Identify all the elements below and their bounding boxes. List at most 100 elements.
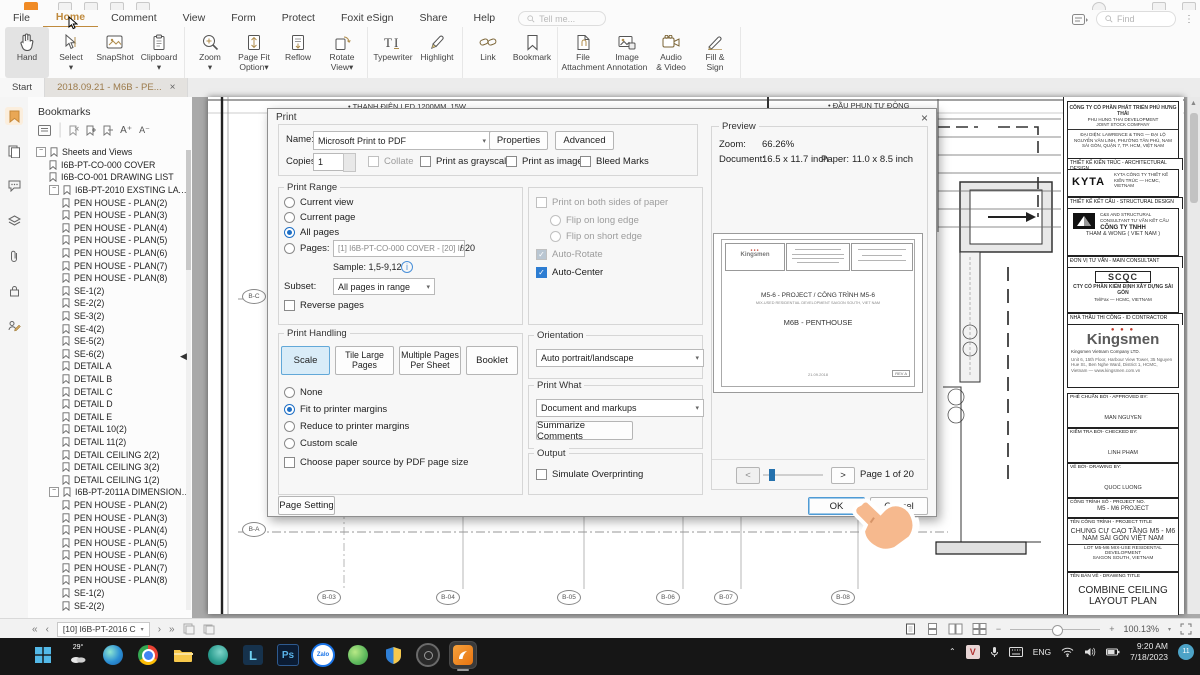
orientation-select[interactable]: Auto portrait/landscape▾ — [536, 349, 704, 367]
tell-me-search[interactable]: Tell me... — [518, 11, 606, 26]
bookmark-item[interactable]: −I6B-PT-2010 EXSTING LAYOUT P — [28, 184, 192, 197]
fit-margins-radio[interactable]: Fit to printer margins — [284, 404, 387, 415]
tile-large-pages-button[interactable]: Tile Large Pages — [335, 346, 394, 375]
advanced-button[interactable]: Advanced — [555, 131, 614, 150]
current-page-field[interactable]: [10] I6B-PT-2016 C▾ — [57, 622, 150, 637]
ribbon-tool-select[interactable]: Select ▾ — [49, 27, 93, 78]
menu-foxit-esign[interactable]: Foxit eSign — [328, 10, 407, 27]
read-mode-icon[interactable] — [1072, 14, 1088, 25]
zoom-in-icon[interactable]: + — [1109, 624, 1114, 634]
continuous-view-icon[interactable] — [926, 623, 939, 635]
bookmark-item[interactable]: −Sheets and Views — [28, 146, 192, 159]
volume-icon[interactable] — [1084, 647, 1096, 657]
chrome-icon[interactable] — [135, 642, 161, 668]
tab-start[interactable]: Start — [0, 78, 45, 97]
next-view-icon[interactable] — [203, 623, 215, 635]
booklet-button[interactable]: Booklet — [466, 346, 518, 375]
battery-icon[interactable] — [1106, 647, 1120, 657]
notification-badge[interactable]: 11 — [1178, 644, 1194, 660]
facing-view-icon[interactable] — [948, 623, 963, 635]
signature-panel-icon[interactable] — [5, 317, 23, 335]
document-scrollbar[interactable]: ▲ — [1187, 97, 1200, 614]
ribbon-tool-clipboard[interactable]: Clipboard ▾ — [137, 27, 181, 78]
increase-text-size-icon[interactable]: A⁺ — [120, 125, 132, 136]
scale-button[interactable]: Scale — [281, 346, 330, 375]
bookmark-item[interactable]: PEN HOUSE - PLAN(3) — [28, 511, 192, 524]
comments-panel-icon[interactable] — [5, 177, 23, 195]
single-page-view-icon[interactable] — [904, 623, 917, 635]
bookmark-item[interactable]: PEN HOUSE - PLAN(2) — [28, 499, 192, 512]
print-what-select[interactable]: Document and markups▾ — [536, 399, 704, 417]
ribbon-tool-bookmark[interactable]: Bookmark — [510, 27, 554, 78]
bookmark-item[interactable]: DETAIL 10(2) — [28, 423, 192, 436]
tray-chevron-icon[interactable]: ⌃ — [949, 647, 956, 656]
ribbon-tool-rotate-view[interactable]: Rotate View▾ — [320, 27, 364, 78]
scroll-up-icon[interactable]: ▲ — [1190, 100, 1198, 108]
collapse-node-icon[interactable]: − — [49, 487, 59, 497]
tab-document[interactable]: 2018.09.21 - M6B - PE... × — [45, 78, 188, 97]
start-icon[interactable] — [30, 642, 56, 668]
defender-icon[interactable] — [380, 642, 406, 668]
find-input[interactable]: Find — [1096, 11, 1176, 27]
more-options-icon[interactable]: ⋮ — [1184, 14, 1194, 25]
add-bookmark-icon[interactable] — [86, 125, 96, 136]
bookmark-item[interactable]: PEN HOUSE - PLAN(8) — [28, 272, 192, 285]
collapse-node-icon[interactable]: − — [36, 147, 46, 157]
set-destination-icon[interactable] — [103, 125, 113, 136]
bookmark-item[interactable]: PEN HOUSE - PLAN(5) — [28, 536, 192, 549]
pages-radio[interactable]: Pages: — [284, 243, 330, 254]
bookmark-item[interactable]: SE-1(2) — [28, 587, 192, 600]
all-pages-radio[interactable]: All pages — [284, 227, 339, 238]
zoom-slider[interactable] — [1010, 629, 1100, 630]
menu-protect[interactable]: Protect — [269, 10, 328, 27]
bookmark-item[interactable]: SE-4(2) — [28, 322, 192, 335]
bookmark-item[interactable]: PEN HOUSE - PLAN(4) — [28, 222, 192, 235]
bookmark-item[interactable]: DETAIL E — [28, 410, 192, 423]
bookmark-item[interactable]: DETAIL C — [28, 385, 192, 398]
preview-page-slider[interactable] — [763, 474, 823, 476]
first-page-icon[interactable]: « — [32, 624, 38, 635]
collapse-panel-icon[interactable]: ◀ — [180, 349, 188, 363]
simulate-overprinting-checkbox[interactable]: Simulate Overprinting — [536, 469, 643, 480]
bookmark-options-icon[interactable] — [38, 125, 51, 136]
collapse-node-icon[interactable]: − — [49, 185, 59, 195]
menu-share[interactable]: Share — [407, 10, 461, 27]
bookmark-item[interactable]: PEN HOUSE - PLAN(6) — [28, 549, 192, 562]
pages-panel-icon[interactable] — [5, 142, 23, 160]
green-app-icon[interactable] — [345, 642, 371, 668]
attachments-panel-icon[interactable] — [5, 247, 23, 265]
delete-bookmark-icon[interactable] — [69, 125, 79, 136]
ribbon-tool-image-annotation[interactable]: Image Annotation — [605, 27, 649, 78]
preview-next-button[interactable]: > — [831, 467, 855, 484]
bookmark-item[interactable]: SE-2(2) — [28, 297, 192, 310]
bleed-marks-checkbox[interactable]: Bleed Marks — [580, 156, 649, 167]
grayscale-checkbox[interactable]: Print as grayscale — [420, 156, 512, 167]
fullscreen-icon[interactable] — [1180, 623, 1192, 635]
photoshop-icon[interactable]: Ps — [275, 642, 301, 668]
maps-app-icon[interactable] — [205, 642, 231, 668]
ribbon-tool-hand[interactable]: Hand — [5, 27, 49, 78]
preview-prev-button[interactable]: < — [736, 467, 760, 484]
prev-page-icon[interactable]: ‹ — [46, 624, 49, 635]
decrease-text-size-icon[interactable]: A⁻ — [139, 125, 150, 136]
bookmark-item[interactable]: PEN HOUSE - PLAN(3) — [28, 209, 192, 222]
ribbon-tool-typewriter[interactable]: TITypewriter — [371, 27, 415, 78]
bookmark-item[interactable]: SE-3(2) — [28, 310, 192, 323]
current-page-radio[interactable]: Current page — [284, 212, 355, 223]
bookmark-item[interactable]: PEN HOUSE - PLAN(2) — [28, 196, 192, 209]
ribbon-tool-link[interactable]: Link — [466, 27, 510, 78]
zalo-icon[interactable]: Zalo — [310, 642, 336, 668]
bookmark-item[interactable]: PEN HOUSE - PLAN(7) — [28, 562, 192, 575]
foxit-icon[interactable] — [450, 642, 476, 668]
bookmarks-panel-icon[interactable] — [5, 107, 23, 125]
summarize-comments-button[interactable]: Summarize Comments — [536, 421, 633, 440]
page-setting-button[interactable]: Page Setting — [278, 496, 335, 515]
current-view-radio[interactable]: Current view — [284, 197, 353, 208]
paper-source-checkbox[interactable]: Choose paper source by PDF page size — [284, 457, 468, 468]
printer-select[interactable]: Microsoft Print to PDF▾ — [313, 131, 491, 150]
prev-view-icon[interactable] — [183, 623, 195, 635]
bookmark-item[interactable]: DETAIL 11(2) — [28, 436, 192, 449]
close-tab-icon[interactable]: × — [170, 82, 176, 93]
ribbon-tool-page-fit-option[interactable]: Page Fit Option▾ — [232, 27, 276, 78]
bookmark-item[interactable]: PEN HOUSE - PLAN(6) — [28, 247, 192, 260]
